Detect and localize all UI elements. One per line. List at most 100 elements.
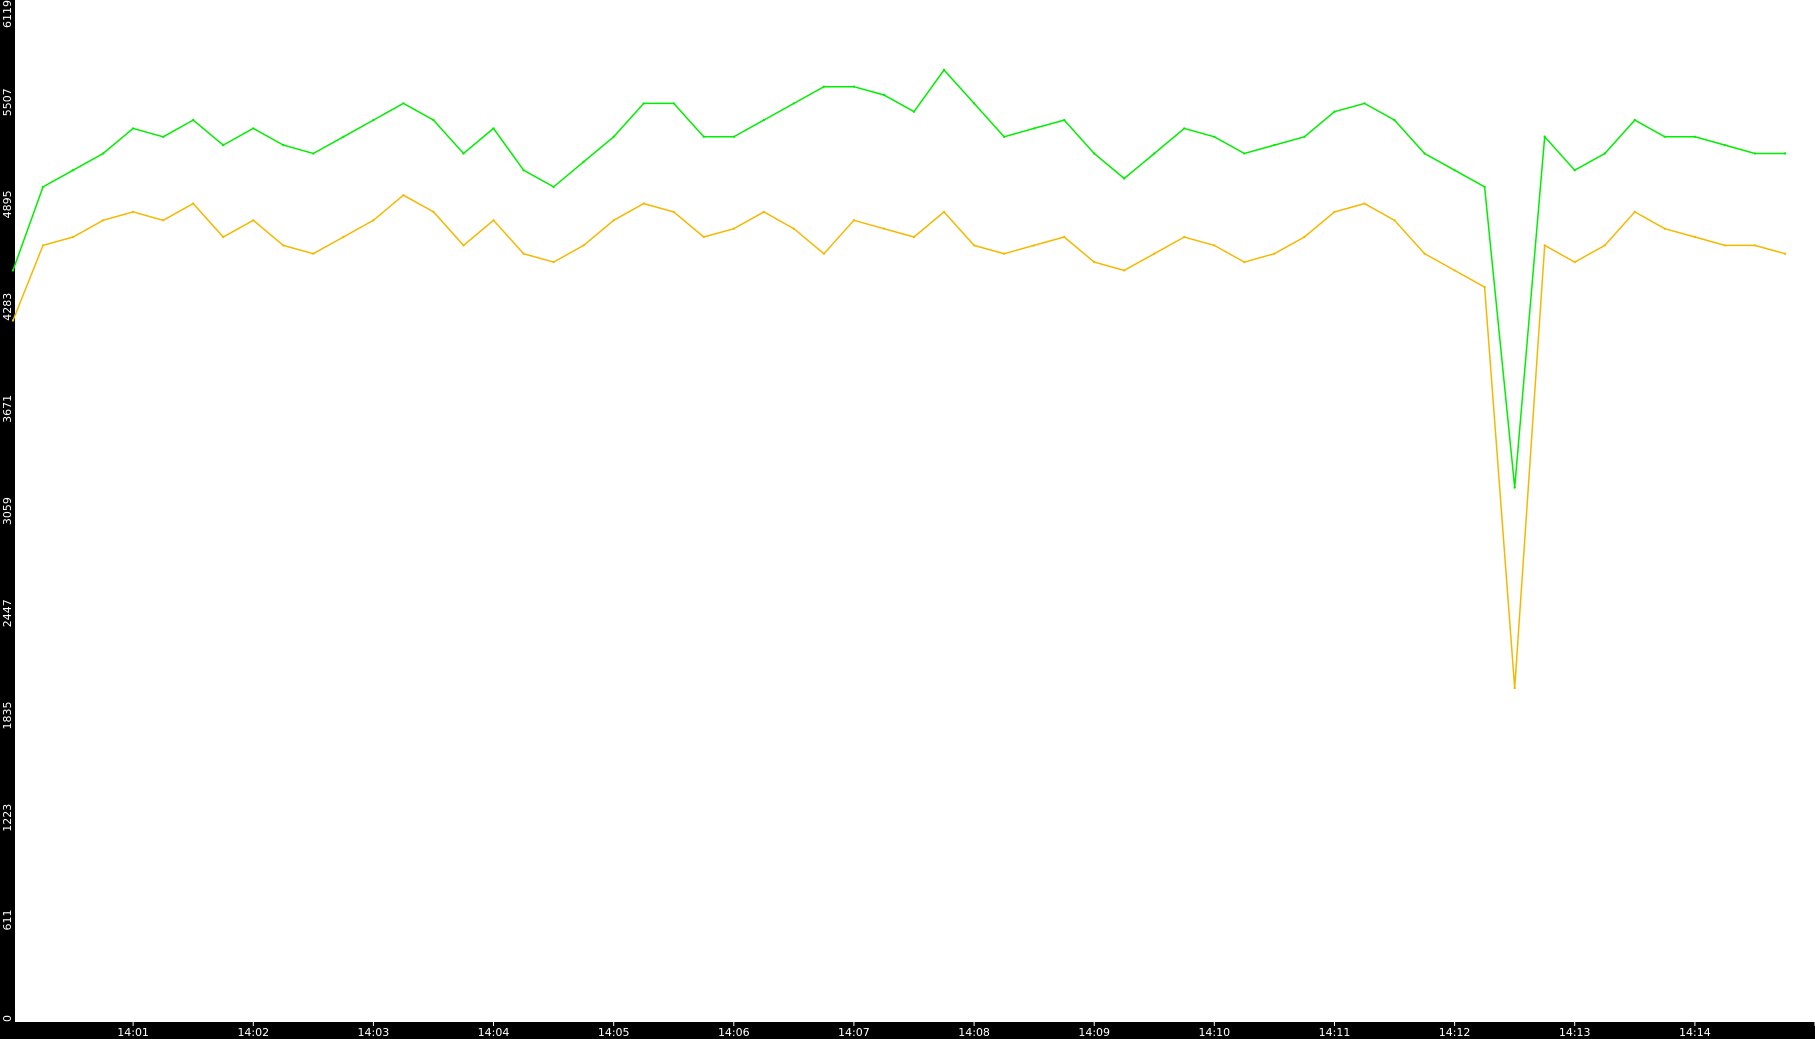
y-tick-label: 2447 <box>1 599 14 627</box>
series-2-point <box>762 210 765 214</box>
series-1-point <box>522 169 525 172</box>
series-1-point <box>1303 135 1306 138</box>
series-1-point <box>1693 135 1697 138</box>
series-1-point <box>162 135 165 138</box>
series-1-point <box>972 102 976 105</box>
series-2-point <box>672 210 675 214</box>
series-2-point <box>1303 235 1306 239</box>
x-tick-label: 14:03 <box>358 1026 390 1039</box>
series-1-point <box>1063 118 1066 122</box>
chart-frame: 0 611 1223 1835 2447 3059 3671 4283 4895 5507 6119… <box>0 0 1815 1039</box>
series-2-point <box>1423 252 1426 255</box>
series-2-point <box>882 227 886 230</box>
series-2-point <box>252 219 255 222</box>
series-2-point <box>522 252 525 255</box>
series-1-point <box>882 93 886 97</box>
series-1-point <box>1723 143 1727 147</box>
series-2-point <box>1032 244 1036 247</box>
series-1-point <box>462 152 465 155</box>
series-1-point <box>852 85 856 88</box>
series-2-point <box>71 235 75 239</box>
series-1-point <box>1093 152 1096 155</box>
series-1-point <box>11 269 15 272</box>
series-1-point <box>942 68 946 72</box>
series-2-point <box>1603 244 1607 247</box>
series-1-point <box>41 185 45 189</box>
y-tick-label: 6119 <box>1 0 14 28</box>
series-2-point <box>942 210 946 214</box>
x-axis: 14:01 14:02 14:03 14:04 14:05 14:06 14:07 14:08… <box>117 1022 1815 1039</box>
series-2-point <box>342 235 345 239</box>
y-tick-label: 3059 <box>1 497 14 525</box>
series-2-point <box>1243 260 1246 264</box>
series-1-point <box>222 143 225 147</box>
series-2-point <box>1633 210 1637 214</box>
plot-area <box>15 0 1815 1022</box>
x-tick-label: 14:10 <box>1198 1026 1230 1039</box>
series-1-point <box>312 152 315 155</box>
series-1-point <box>552 185 555 189</box>
series-2-point <box>1513 686 1516 690</box>
y-tick-label: 611 <box>1 910 14 931</box>
series-1-point <box>642 102 645 105</box>
series-2-point <box>792 227 796 230</box>
x-tick-label: 14:01 <box>117 1026 149 1039</box>
series-1-point <box>1273 143 1276 147</box>
series-2-point <box>492 219 495 222</box>
series-1-point <box>252 127 255 130</box>
y-tick-label: 4283 <box>1 293 14 321</box>
series-2-point <box>1123 269 1126 272</box>
series-1-point <box>1002 135 1006 138</box>
series-1-point <box>1453 169 1456 172</box>
series-2-point <box>402 194 405 197</box>
series-2-point <box>222 235 225 239</box>
series-2-point <box>1213 244 1216 247</box>
series-2-point <box>972 244 976 247</box>
series-1-point <box>1032 127 1036 130</box>
series-1-point <box>342 135 345 138</box>
series-1-point <box>1783 152 1787 155</box>
series-1-point <box>1363 102 1366 105</box>
series-2-point <box>1063 235 1066 239</box>
series-2-point <box>1183 235 1186 239</box>
series-2-point <box>1783 252 1787 255</box>
series-2-point <box>1753 244 1757 247</box>
series-1-point <box>912 110 916 113</box>
series-1-point <box>1513 486 1516 489</box>
x-tick-label: 14:08 <box>958 1026 990 1039</box>
series-1-point <box>1483 185 1486 189</box>
series-1-point <box>492 127 495 130</box>
series-2-point <box>192 202 195 205</box>
x-tick-label: 14:02 <box>237 1026 269 1039</box>
series-1-point <box>1183 127 1186 130</box>
y-tick-label: 4895 <box>1 190 14 218</box>
series-1-point <box>792 102 796 105</box>
series-1-point <box>1333 110 1336 113</box>
y-tick-label: 3671 <box>1 395 14 423</box>
series-2-point <box>462 244 465 247</box>
x-tick-label: 14:05 <box>598 1026 630 1039</box>
x-tick-label: 14:06 <box>718 1026 750 1039</box>
series-1-point <box>372 118 375 122</box>
series-1-point <box>131 127 135 130</box>
series-2-point <box>432 210 435 214</box>
series-1-point <box>432 118 435 122</box>
series-1-point <box>762 118 765 122</box>
series-2-point <box>822 252 826 255</box>
series-2-point <box>912 235 916 239</box>
series-2-point <box>282 244 285 247</box>
series-2-point <box>732 227 735 230</box>
series-2-point <box>1573 260 1576 264</box>
series-1-point <box>1153 152 1156 155</box>
series-2-point <box>1483 285 1486 289</box>
x-tick-label: 14:13 <box>1559 1026 1591 1039</box>
series-1-point <box>192 118 195 122</box>
series-2-point <box>1093 260 1096 264</box>
x-tick-label: 14:11 <box>1319 1026 1351 1039</box>
series-1-point <box>282 143 285 147</box>
series-1-point <box>1423 152 1426 155</box>
y-axis: 0 611 1223 1835 2447 3059 3671 4283 4895 5507 6119 <box>1 0 14 1022</box>
series-1-point <box>1663 135 1667 138</box>
series-1-point <box>1393 118 1396 122</box>
x-tick-label: 14:07 <box>838 1026 870 1039</box>
